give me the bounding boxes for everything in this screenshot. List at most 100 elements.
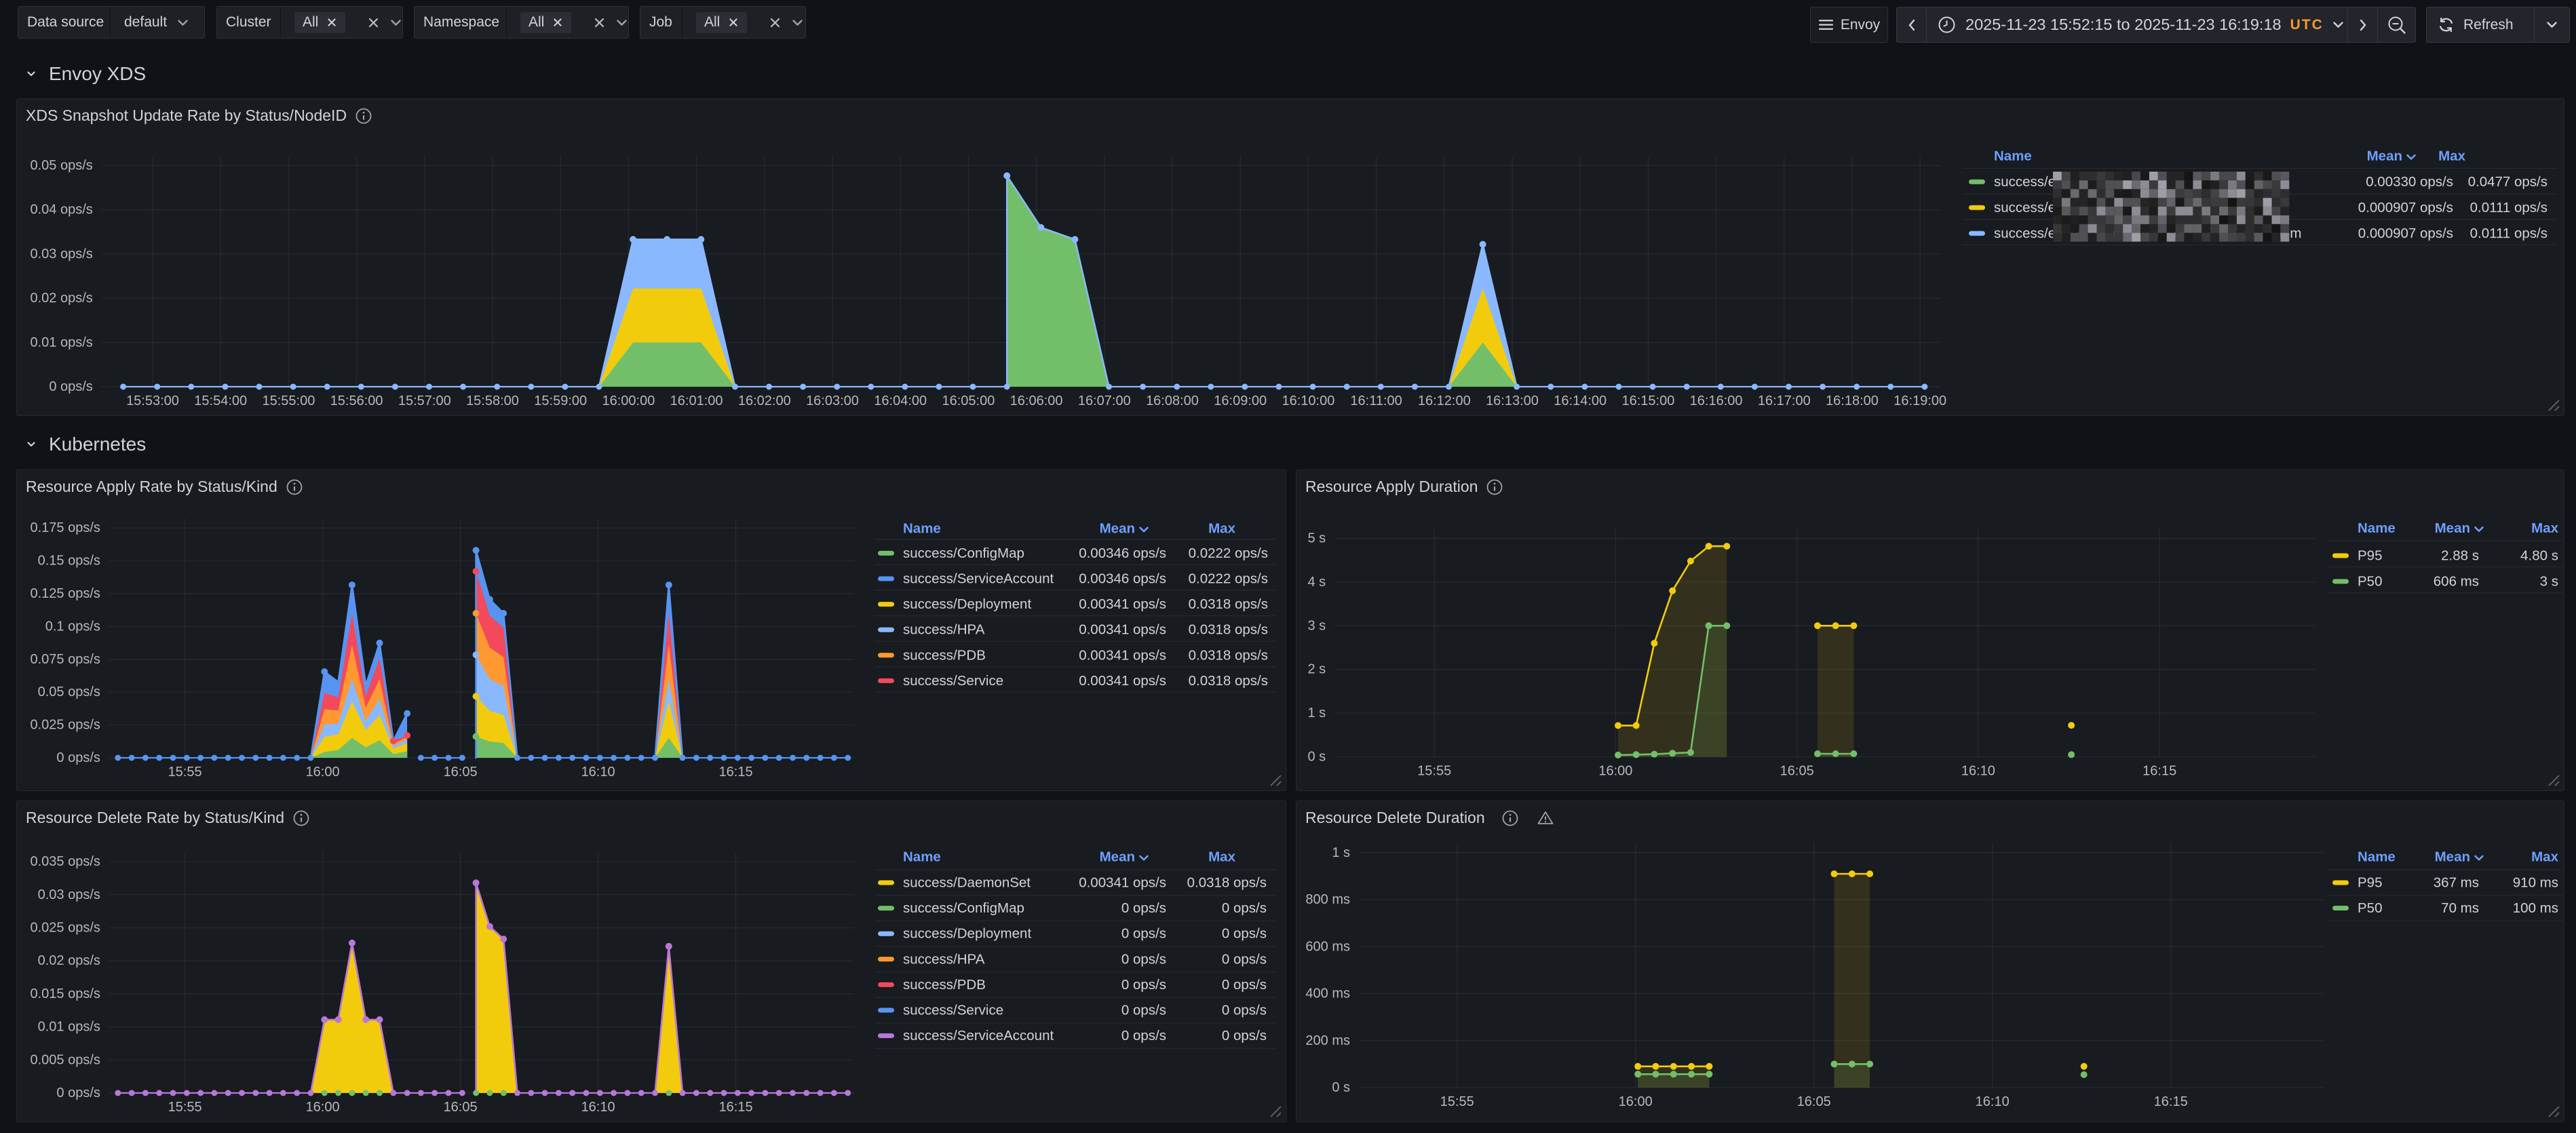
svg-text:P95: P95 xyxy=(2358,548,2382,564)
svg-text:P50: P50 xyxy=(2358,900,2382,916)
svg-text:16:15: 16:15 xyxy=(2154,1094,2188,1109)
svg-text:success/HPA: success/HPA xyxy=(903,951,985,967)
svg-text:15:55:00: 15:55:00 xyxy=(262,393,315,408)
svg-text:0 ops/s: 0 ops/s xyxy=(1222,951,1267,967)
svg-text:16:00: 16:00 xyxy=(306,1100,340,1115)
svg-text:success/Service: success/Service xyxy=(903,673,1003,689)
svg-text:success/ServiceAccount: success/ServiceAccount xyxy=(903,571,1054,587)
svg-text:Max: Max xyxy=(1208,521,1235,537)
svg-text:success/PDB: success/PDB xyxy=(903,977,986,993)
svg-text:1 s: 1 s xyxy=(1332,845,1350,860)
svg-text:success/PDB: success/PDB xyxy=(903,647,986,663)
svg-text:1 s: 1 s xyxy=(1308,706,1326,721)
svg-text:success/Service: success/Service xyxy=(903,1003,1003,1018)
svg-text:910 ms: 910 ms xyxy=(2513,875,2558,891)
svg-text:15:55: 15:55 xyxy=(1417,764,1451,779)
svg-text:success/HPA: success/HPA xyxy=(903,622,985,638)
svg-text:Max: Max xyxy=(2531,849,2558,865)
svg-text:16:00: 16:00 xyxy=(1598,764,1632,779)
svg-text:Mean: Mean xyxy=(2367,149,2402,164)
svg-text:0.0222 ops/s: 0.0222 ops/s xyxy=(1189,545,1268,561)
svg-text:0.015 ops/s: 0.015 ops/s xyxy=(30,986,100,1001)
svg-text:16:19:00: 16:19:00 xyxy=(1893,393,1946,408)
svg-text:15:53:00: 15:53:00 xyxy=(126,393,179,408)
svg-text:0.01 ops/s: 0.01 ops/s xyxy=(38,1020,100,1035)
svg-text:0.15 ops/s: 0.15 ops/s xyxy=(38,554,100,569)
svg-text:0.05 ops/s: 0.05 ops/s xyxy=(31,158,93,173)
svg-text:0.0318 ops/s: 0.0318 ops/s xyxy=(1189,673,1268,689)
svg-text:0.025 ops/s: 0.025 ops/s xyxy=(30,921,100,936)
svg-text:Mean: Mean xyxy=(1100,849,1135,865)
svg-text:2 s: 2 s xyxy=(1308,662,1326,677)
svg-text:16:00: 16:00 xyxy=(306,765,340,780)
svg-text:4.80 s: 4.80 s xyxy=(2520,548,2558,564)
svg-text:16:04:00: 16:04:00 xyxy=(874,393,927,408)
svg-text:16:15: 16:15 xyxy=(719,1100,753,1115)
svg-text:16:13:00: 16:13:00 xyxy=(1486,393,1539,408)
svg-text:0.00341 ops/s: 0.00341 ops/s xyxy=(1079,673,1166,689)
svg-text:0.000907 ops/s: 0.000907 ops/s xyxy=(2358,226,2453,242)
svg-text:0.035 ops/s: 0.035 ops/s xyxy=(30,854,100,869)
svg-text:0.01 ops/s: 0.01 ops/s xyxy=(31,335,93,350)
svg-text:15:56:00: 15:56:00 xyxy=(330,393,383,408)
svg-text:success/ServiceAccount: success/ServiceAccount xyxy=(903,1028,1054,1043)
svg-text:16:05: 16:05 xyxy=(444,765,478,780)
svg-text:0 ops/s: 0 ops/s xyxy=(1121,1003,1166,1018)
svg-text:Mean: Mean xyxy=(1100,521,1135,537)
svg-text:Max: Max xyxy=(2438,149,2465,164)
svg-text:0.125 ops/s: 0.125 ops/s xyxy=(30,586,100,601)
svg-text:Max: Max xyxy=(1208,849,1235,865)
svg-text:success/e: success/e xyxy=(1994,200,2056,216)
svg-text:15:54:00: 15:54:00 xyxy=(194,393,247,408)
svg-text:16:07:00: 16:07:00 xyxy=(1078,393,1131,408)
svg-text:16:15: 16:15 xyxy=(719,765,753,780)
svg-text:0 s: 0 s xyxy=(1332,1080,1350,1095)
svg-text:16:14:00: 16:14:00 xyxy=(1554,393,1607,408)
svg-text:0.04 ops/s: 0.04 ops/s xyxy=(31,202,93,217)
svg-text:16:05: 16:05 xyxy=(1797,1094,1831,1109)
svg-text:0 ops/s: 0 ops/s xyxy=(1121,977,1166,993)
svg-text:Mean: Mean xyxy=(2435,849,2470,865)
svg-text:0.0318 ops/s: 0.0318 ops/s xyxy=(1189,596,1268,612)
svg-text:Max: Max xyxy=(2531,520,2558,536)
svg-text:0.0111 ops/s: 0.0111 ops/s xyxy=(2470,200,2548,216)
svg-text:16:03:00: 16:03:00 xyxy=(806,393,859,408)
svg-text:0 ops/s: 0 ops/s xyxy=(1222,1003,1267,1018)
svg-text:Name: Name xyxy=(903,849,941,865)
svg-text:0.0222 ops/s: 0.0222 ops/s xyxy=(1189,571,1268,587)
svg-text:0 ops/s: 0 ops/s xyxy=(1222,900,1267,916)
svg-text:400 ms: 400 ms xyxy=(1305,986,1350,1001)
svg-text:16:05: 16:05 xyxy=(444,1100,478,1115)
svg-text:15:58:00: 15:58:00 xyxy=(466,393,519,408)
svg-text:Name: Name xyxy=(903,521,941,537)
svg-text:0 ops/s: 0 ops/s xyxy=(1222,926,1267,942)
svg-text:0.1 ops/s: 0.1 ops/s xyxy=(45,619,100,634)
svg-text:16:10: 16:10 xyxy=(1976,1094,2010,1109)
svg-text:Name: Name xyxy=(1994,149,2032,164)
svg-text:70 ms: 70 ms xyxy=(2441,900,2479,916)
svg-text:0.03 ops/s: 0.03 ops/s xyxy=(31,246,93,261)
svg-text:0.0318 ops/s: 0.0318 ops/s xyxy=(1189,647,1268,663)
svg-text:0.075 ops/s: 0.075 ops/s xyxy=(30,652,100,667)
svg-text:606 ms: 606 ms xyxy=(2434,574,2479,590)
svg-text:success/Deployment: success/Deployment xyxy=(903,926,1031,942)
svg-text:367 ms: 367 ms xyxy=(2434,875,2479,891)
svg-text:16:09:00: 16:09:00 xyxy=(1214,393,1267,408)
svg-text:16:12:00: 16:12:00 xyxy=(1418,393,1471,408)
svg-text:16:10:00: 16:10:00 xyxy=(1282,393,1334,408)
svg-text:15:55: 15:55 xyxy=(168,765,202,780)
svg-text:0.0111 ops/s: 0.0111 ops/s xyxy=(2470,226,2548,242)
svg-text:0.00341 ops/s: 0.00341 ops/s xyxy=(1079,875,1166,891)
svg-text:16:15: 16:15 xyxy=(2142,764,2176,779)
svg-text:success/e: success/e xyxy=(1994,174,2056,190)
svg-text:16:11:00: 16:11:00 xyxy=(1350,393,1402,408)
svg-text:16:10: 16:10 xyxy=(581,1100,615,1115)
svg-text:0.05 ops/s: 0.05 ops/s xyxy=(38,685,100,699)
svg-text:15:55: 15:55 xyxy=(168,1100,202,1115)
svg-text:16:02:00: 16:02:00 xyxy=(738,393,791,408)
svg-text:16:05:00: 16:05:00 xyxy=(942,393,995,408)
svg-text:4 s: 4 s xyxy=(1308,575,1326,590)
svg-text:0 ops/s: 0 ops/s xyxy=(1222,977,1267,993)
svg-text:16:00:00: 16:00:00 xyxy=(602,393,655,408)
svg-text:Name: Name xyxy=(2358,520,2396,536)
